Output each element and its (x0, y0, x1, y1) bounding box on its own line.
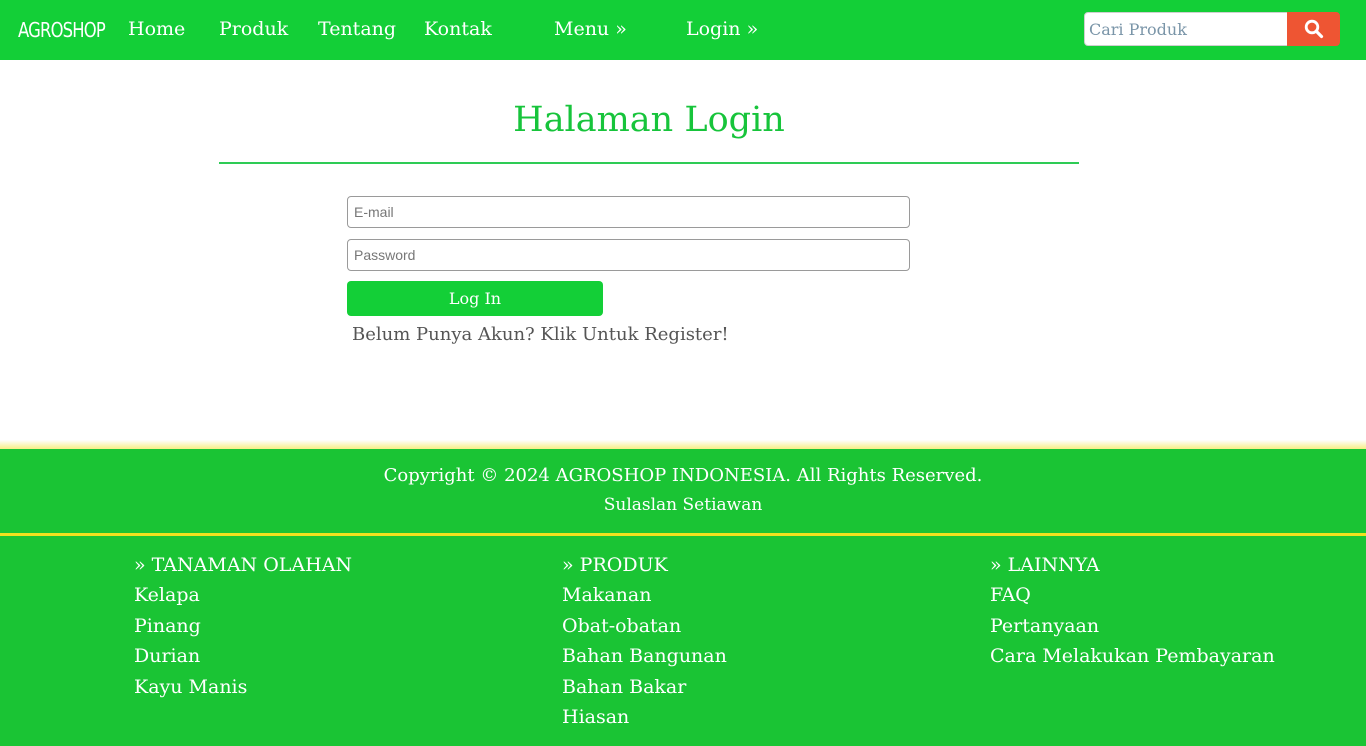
nav-login-dropdown[interactable]: Login » (686, 18, 758, 40)
footer-heading: » LAINNYA (990, 554, 1100, 576)
footer-link-hiasan[interactable]: Hiasan (562, 704, 727, 735)
search-icon (1304, 19, 1323, 39)
footer-link-kelapa[interactable]: Kelapa (134, 582, 352, 613)
copyright-text: Copyright © 2024 AGROSHOP INDONESIA. All… (383, 465, 983, 486)
page-title: Halaman Login (513, 100, 785, 140)
search-input[interactable] (1084, 12, 1288, 46)
email-field[interactable] (347, 196, 910, 228)
footer-link-obat-obatan[interactable]: Obat-obatan (562, 613, 727, 644)
nav-link-kontak[interactable]: Kontak (424, 18, 492, 40)
footer-column-lainnya: » LAINNYA FAQ Pertanyaan Cara Melakukan … (990, 552, 1275, 674)
password-field[interactable] (347, 239, 910, 271)
footer-link-makanan[interactable]: Makanan (562, 582, 727, 613)
register-link[interactable]: Belum Punya Akun? Klik Untuk Register! (352, 324, 729, 345)
title-divider (219, 162, 1079, 164)
footer-heading: » PRODUK (562, 554, 668, 576)
login-button[interactable]: Log In (347, 281, 603, 316)
nav-menu-dropdown[interactable]: Menu » (554, 18, 627, 40)
footer-link-pembayaran[interactable]: Cara Melakukan Pembayaran (990, 643, 1275, 674)
search-button[interactable] (1287, 12, 1340, 46)
footer-link-pinang[interactable]: Pinang (134, 613, 352, 644)
nav-link-tentang[interactable]: Tentang (318, 18, 396, 40)
footer-link-bahan-bangunan[interactable]: Bahan Bangunan (562, 643, 727, 674)
footer-top (0, 449, 1366, 533)
footer-link-kayu-manis[interactable]: Kayu Manis (134, 674, 352, 705)
footer-link-pertanyaan[interactable]: Pertanyaan (990, 613, 1275, 644)
footer-column-produk: » PRODUK Makanan Obat-obatan Bahan Bangu… (562, 552, 727, 735)
footer-link-faq[interactable]: FAQ (990, 582, 1275, 613)
nav-link-produk[interactable]: Produk (219, 18, 288, 40)
footer-link-durian[interactable]: Durian (134, 643, 352, 674)
footer-heading: » TANAMAN OLAHAN (134, 554, 353, 576)
brand-logo[interactable]: AGROSHOP (18, 18, 106, 42)
navbar: AGROSHOP Home Produk Tentang Kontak Menu… (0, 0, 1366, 60)
author-text: Sulaslan Setiawan (603, 495, 763, 515)
footer-link-bahan-bakar[interactable]: Bahan Bakar (562, 674, 727, 705)
footer-column-tanaman: » TANAMAN OLAHAN Kelapa Pinang Durian Ka… (134, 552, 352, 704)
nav-link-home[interactable]: Home (128, 18, 185, 40)
